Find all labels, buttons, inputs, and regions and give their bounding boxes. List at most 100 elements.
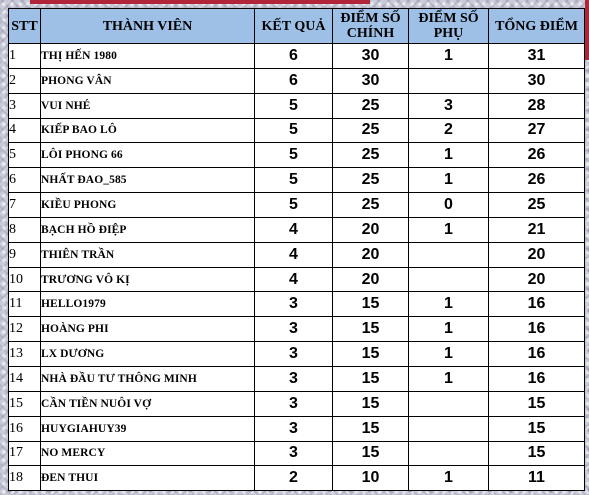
- row-rank: 16: [8, 415, 41, 442]
- row-rank: 13: [8, 341, 41, 367]
- table-row: 10 TRƯƠNG VÔ KỊ 4 20 20: [8, 266, 585, 293]
- row-member-name: HUYGIAHUY39: [40, 415, 255, 442]
- row-main-score: 15: [332, 390, 409, 417]
- row-sub-score: 1: [408, 291, 489, 318]
- row-sub-score: 1: [408, 43, 489, 69]
- row-total-score: 16: [488, 365, 585, 392]
- row-result: 5: [254, 117, 333, 144]
- row-member-name: KIỀU PHONG: [40, 192, 255, 218]
- row-rank: 8: [8, 216, 41, 243]
- row-total-score: 31: [488, 43, 585, 69]
- row-member-name: PHONG VÂN: [40, 67, 255, 94]
- row-sub-score: [408, 415, 489, 442]
- row-main-score: 25: [332, 142, 409, 169]
- table-row: 3 VUI NHÉ 5 25 3 28: [8, 92, 585, 119]
- header-main-score: ĐIỂM SỐ CHÍNH: [332, 8, 409, 44]
- row-total-score: 16: [488, 341, 585, 367]
- row-total-score: 20: [488, 266, 585, 293]
- row-total-score: 27: [488, 117, 585, 144]
- row-total-score: 15: [488, 415, 585, 442]
- table-row: 7 KIỀU PHONG 5 25 0 25: [8, 192, 585, 218]
- row-total-score: 21: [488, 216, 585, 243]
- header-row: STT THÀNH VIÊN KẾT QUẢ ĐIỂM SỐ CHÍNH ĐIỂ…: [8, 8, 585, 44]
- row-sub-score: 1: [408, 142, 489, 169]
- row-sub-score: 1: [408, 341, 489, 367]
- row-rank: 12: [8, 316, 41, 343]
- row-main-score: 30: [332, 67, 409, 94]
- row-result: 3: [254, 440, 333, 467]
- row-main-score: 20: [332, 266, 409, 293]
- row-member-name: LÔI PHONG 66: [40, 142, 255, 169]
- table-row: 1 THỊ HẾN 1980 6 30 1 31: [8, 43, 585, 69]
- row-sub-score: [408, 390, 489, 417]
- frame-accent-right: [585, 0, 589, 60]
- header-member: THÀNH VIÊN: [40, 8, 255, 44]
- row-member-name: LX DƯƠNG: [40, 341, 255, 367]
- row-member-name: HOÀNG PHI: [40, 316, 255, 343]
- row-sub-score: 1: [408, 216, 489, 243]
- row-result: 3: [254, 365, 333, 392]
- table-row: 17 NO MERCY 3 15 15: [8, 440, 585, 467]
- row-main-score: 15: [332, 415, 409, 442]
- row-rank: 7: [8, 192, 41, 218]
- row-member-name: KIẾP BAO LÔ: [40, 117, 255, 144]
- row-main-score: 15: [332, 291, 409, 318]
- row-result: 2: [254, 465, 333, 492]
- row-total-score: 16: [488, 291, 585, 318]
- row-total-score: 15: [488, 440, 585, 467]
- row-sub-score: [408, 440, 489, 467]
- row-result: 6: [254, 43, 333, 69]
- table-row: 8 BẠCH HỒ ĐIỆP 4 20 1 21: [8, 216, 585, 243]
- row-member-name: THỊ HẾN 1980: [40, 43, 255, 69]
- row-rank: 15: [8, 390, 41, 417]
- table-row: 11 HELLO1979 3 15 1 16: [8, 291, 585, 318]
- row-sub-score: [408, 241, 489, 268]
- row-result: 4: [254, 266, 333, 293]
- row-rank: 3: [8, 92, 41, 119]
- row-result: 3: [254, 291, 333, 318]
- table-row: 2 PHONG VÂN 6 30 30: [8, 67, 585, 94]
- row-main-score: 25: [332, 167, 409, 194]
- row-main-score: 15: [332, 316, 409, 343]
- row-result: 5: [254, 142, 333, 169]
- row-rank: 4: [8, 117, 41, 144]
- row-member-name: VUI NHÉ: [40, 92, 255, 119]
- table-row: 4 KIẾP BAO LÔ 5 25 2 27: [8, 117, 585, 144]
- row-sub-score: [408, 266, 489, 293]
- table-row: 18 ĐEN THUI 2 10 1 11: [8, 465, 585, 492]
- header-total: TỔNG ĐIỂM: [488, 8, 585, 44]
- row-result: 5: [254, 167, 333, 194]
- row-main-score: 15: [332, 440, 409, 467]
- row-total-score: 20: [488, 241, 585, 268]
- table-row: 12 HOÀNG PHI 3 15 1 16: [8, 316, 585, 343]
- row-result: 3: [254, 415, 333, 442]
- table-row: 15 CẦN TIỀN NUÔI VỢ 3 15 15: [8, 390, 585, 417]
- row-result: 3: [254, 390, 333, 417]
- row-rank: 9: [8, 241, 41, 268]
- table-row: 14 NHÀ ĐẦU TƯ THÔNG MINH 3 15 1 16: [8, 365, 585, 392]
- row-member-name: CẦN TIỀN NUÔI VỢ: [40, 390, 255, 417]
- row-sub-score: 1: [408, 465, 489, 492]
- row-sub-score: [408, 67, 489, 94]
- row-member-name: HELLO1979: [40, 291, 255, 318]
- row-main-score: 25: [332, 117, 409, 144]
- row-sub-score: 0: [408, 192, 489, 218]
- row-total-score: 16: [488, 316, 585, 343]
- row-result: 3: [254, 316, 333, 343]
- row-rank: 2: [8, 67, 41, 94]
- table-row: 9 THIÊN TRẦN 4 20 20: [8, 241, 585, 268]
- table-row: 5 LÔI PHONG 66 5 25 1 26: [8, 142, 585, 169]
- row-main-score: 30: [332, 43, 409, 69]
- row-member-name: ĐEN THUI: [40, 465, 255, 492]
- row-rank: 11: [8, 291, 41, 318]
- row-total-score: 30: [488, 67, 585, 94]
- frame-accent-top: [30, 0, 370, 4]
- row-sub-score: 1: [408, 316, 489, 343]
- row-member-name: NO MERCY: [40, 440, 255, 467]
- row-total-score: 26: [488, 142, 585, 169]
- row-total-score: 15: [488, 390, 585, 417]
- row-member-name: NHẤT ĐAO_585: [40, 167, 255, 194]
- table-row: 6 NHẤT ĐAO_585 5 25 1 26: [8, 167, 585, 194]
- row-result: 6: [254, 67, 333, 94]
- row-main-score: 20: [332, 241, 409, 268]
